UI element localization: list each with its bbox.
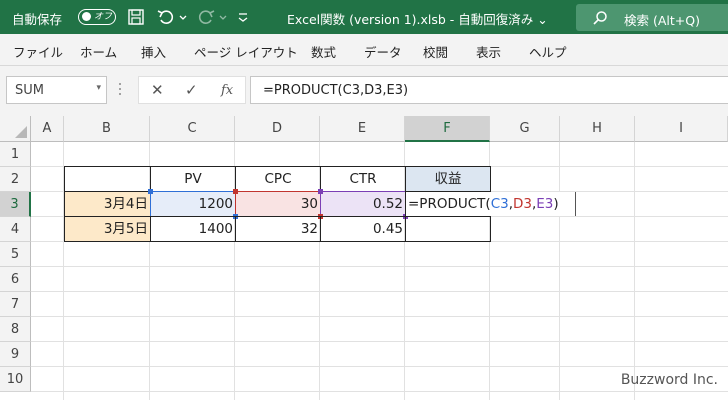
cell-e2[interactable]: CTR: [320, 166, 406, 192]
row-header-7[interactable]: 7: [0, 292, 31, 317]
autosave-toggle[interactable]: オフ: [78, 9, 116, 25]
ref-handle-c3[interactable]: [148, 189, 153, 194]
row-header-5[interactable]: 5: [0, 242, 31, 267]
search-label: 検索 (Alt+Q): [624, 13, 700, 28]
row-header-10[interactable]: 10: [0, 367, 31, 392]
cell-e3[interactable]: 0.52: [320, 191, 406, 217]
splitter-handle[interactable]: [119, 83, 122, 97]
customize-toolbar-icon[interactable]: [236, 7, 250, 27]
formula-input[interactable]: =PRODUCT(C3,D3,E3): [250, 76, 728, 104]
column-header-a[interactable]: A: [31, 116, 64, 142]
cell-f3-editor[interactable]: =PRODUCT(C3,D3,E3): [406, 192, 576, 216]
column-header-e[interactable]: E: [320, 116, 405, 142]
row-header-3[interactable]: 3: [0, 192, 31, 217]
cell-d3[interactable]: 30: [235, 191, 321, 217]
menu-formulas[interactable]: 数式: [311, 42, 336, 61]
cell-b3[interactable]: 3月4日: [64, 191, 151, 217]
formula-text: =PRODUCT(C3,D3,E3): [263, 83, 409, 98]
menu-home[interactable]: ホーム: [80, 42, 117, 61]
enter-icon[interactable]: ✓: [185, 81, 198, 99]
search-icon: [593, 11, 607, 25]
column-header-i[interactable]: I: [635, 116, 728, 142]
menu-data[interactable]: データ: [364, 42, 402, 61]
formula-ref-e3: E3: [536, 196, 554, 212]
row-header-1[interactable]: 1: [0, 142, 31, 167]
column-header-c[interactable]: C: [150, 116, 235, 142]
column-header-b[interactable]: B: [64, 116, 150, 142]
menu-help[interactable]: ヘルプ: [529, 42, 567, 61]
menu-page-layout[interactable]: ページ レイアウト: [194, 42, 298, 61]
name-box[interactable]: SUM ▾: [6, 76, 107, 104]
menu-bar: ファイル ホーム 挿入 ページ レイアウト 数式 データ 校閲 表示 ヘルプ: [0, 34, 728, 66]
ref-handle-e3[interactable]: [318, 189, 323, 194]
autosave-toggle-state: オフ: [94, 12, 113, 22]
cell-c2[interactable]: PV: [150, 166, 236, 192]
cell-b2[interactable]: [64, 166, 151, 192]
watermark: Buzzword Inc.: [620, 372, 718, 388]
toggle-knob: [82, 12, 91, 21]
title-bar: 自動保存 オフ Excel関数 (version 1).xlsb - 自動回復済…: [0, 0, 728, 34]
column-header-h[interactable]: H: [560, 116, 635, 142]
cell-c4[interactable]: 1400: [150, 216, 236, 242]
menu-file[interactable]: ファイル: [13, 42, 63, 61]
column-header-g[interactable]: G: [490, 116, 560, 142]
formula-ref-d3: D3: [513, 196, 532, 212]
formula-buttons: ✕ ✓ fx: [138, 76, 246, 104]
formula-suffix: ): [553, 196, 559, 212]
row-header-8[interactable]: 8: [0, 317, 31, 342]
cell-f4[interactable]: [405, 216, 491, 242]
row-header-6[interactable]: 6: [0, 267, 31, 292]
insert-function-icon[interactable]: fx: [221, 83, 233, 98]
formula-prefix: =PRODUCT(: [408, 196, 491, 212]
column-header-f[interactable]: F: [405, 116, 490, 142]
document-title[interactable]: Excel関数 (version 1).xlsb - 自動回復済み ⌄: [287, 9, 548, 28]
undo-icon[interactable]: [156, 7, 176, 27]
cell-c3[interactable]: 1200: [150, 191, 236, 217]
select-all-button[interactable]: [0, 116, 31, 142]
row-header-2[interactable]: 2: [0, 167, 31, 192]
column-header-d[interactable]: D: [235, 116, 320, 142]
cell-b4[interactable]: 3月5日: [64, 216, 151, 242]
autosave-label: 自動保存: [12, 12, 63, 27]
row-header-9[interactable]: 9: [0, 342, 31, 367]
row-header-4[interactable]: 4: [0, 217, 31, 242]
name-box-value: SUM: [15, 83, 44, 98]
menu-view[interactable]: 表示: [476, 42, 501, 61]
redo-dropdown-icon[interactable]: [218, 7, 228, 27]
undo-dropdown-icon[interactable]: [178, 7, 188, 27]
menu-review[interactable]: 校閲: [423, 42, 448, 61]
cell-d2[interactable]: CPC: [235, 166, 321, 192]
cell-d4[interactable]: 32: [235, 216, 321, 242]
redo-icon[interactable]: [196, 7, 216, 27]
worksheet-grid: A B C D E F G H I 1 2 3 4 5 6 7 8 9 10 P…: [0, 116, 728, 400]
cell-e4[interactable]: 0.45: [320, 216, 406, 242]
ref-handle-d3[interactable]: [233, 189, 238, 194]
name-box-dropdown-icon[interactable]: ▾: [96, 83, 101, 93]
formula-bar-area: SUM ▾ ✕ ✓ fx =PRODUCT(C3,D3,E3): [0, 66, 728, 116]
cancel-icon[interactable]: ✕: [151, 81, 164, 99]
search-box[interactable]: 検索 (Alt+Q): [576, 4, 728, 31]
menu-insert[interactable]: 挿入: [141, 42, 166, 61]
formula-ref-c3: C3: [490, 196, 509, 212]
cell-f2[interactable]: 収益: [405, 166, 491, 192]
save-icon[interactable]: [126, 7, 146, 27]
